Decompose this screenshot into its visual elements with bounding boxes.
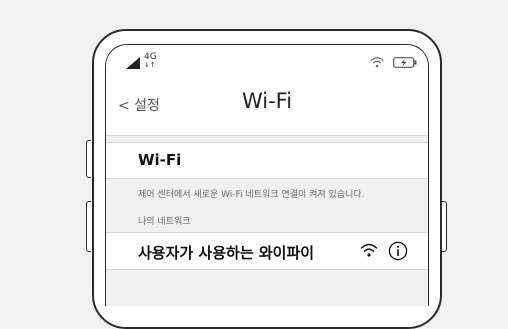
- my-networks-header: 나의 네트워크: [106, 211, 428, 232]
- section-divider: [106, 135, 428, 143]
- wifi-icon: [360, 243, 378, 257]
- mute-switch: [86, 140, 91, 178]
- info-icon[interactable]: [388, 241, 408, 261]
- network-list-item[interactable]: 사용자가 사용하는 와이파이: [106, 232, 428, 270]
- wifi-toggle-row[interactable]: Wi-Fi: [106, 143, 428, 179]
- network-name: 사용자가 사용하는 와이파이: [138, 244, 315, 262]
- power-button: [442, 201, 447, 252]
- wifi-toggle-label: Wi-Fi: [138, 151, 182, 169]
- volume-button: [86, 201, 91, 252]
- navigation-bar: < 설정 Wi-Fi: [106, 81, 428, 135]
- control-center-note-text: 제어 센터에서 새로운 Wi-Fi 네트워크 연결이 켜져 있습니다.: [138, 190, 365, 200]
- control-center-note: 제어 센터에서 새로운 Wi-Fi 네트워크 연결이 켜져 있습니다.: [106, 179, 428, 211]
- wifi-icon: [370, 57, 384, 68]
- page-title: Wi-Fi: [241, 89, 293, 113]
- phone-screen: 4G ↓↑ < 설정 Wi-Fi Wi-Fi 제어 센터에서 새로운 Wi-Fi…: [105, 44, 429, 306]
- my-networks-header-text: 나의 네트워크: [138, 217, 191, 227]
- battery-icon: [393, 57, 417, 68]
- network-activity: ↓↑: [144, 61, 156, 69]
- status-bar: 4G ↓↑: [106, 45, 428, 81]
- signal-icon: [126, 57, 140, 69]
